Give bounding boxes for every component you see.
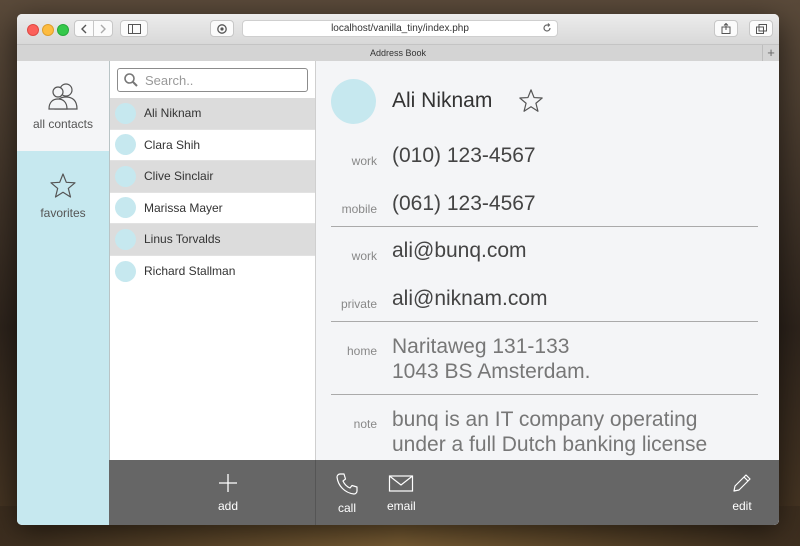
- people-icon: [48, 83, 78, 110]
- favorite-star-icon[interactable]: [518, 88, 544, 114]
- email-value[interactable]: ali@bunq.com: [392, 239, 527, 263]
- call-button[interactable]: call: [335, 472, 359, 515]
- note-line: under a full Dutch banking license: [392, 433, 708, 456]
- search-input[interactable]: [143, 71, 297, 89]
- field-label: mobile: [341, 202, 377, 216]
- search-box: [117, 68, 308, 92]
- tab-title[interactable]: Address Book: [370, 48, 426, 58]
- chevron-left-icon: [81, 24, 87, 33]
- star-icon: [50, 173, 76, 198]
- contact-name: Ali Niknam: [144, 106, 202, 121]
- app-content: all contacts favorites Ali Niknam: [17, 61, 779, 525]
- contact-row[interactable]: Richard Stallman: [110, 256, 315, 288]
- zoom-window-button[interactable]: [57, 24, 69, 36]
- search-icon: [124, 73, 138, 87]
- contact-row[interactable]: Ali Niknam: [110, 98, 315, 130]
- address-value: Naritaweg 131-133 1043 BS Amsterdam.: [392, 334, 590, 384]
- contact-name: Linus Torvalds: [144, 232, 221, 247]
- browser-window: localhost/vanilla_tiny/index.php Address…: [17, 14, 779, 525]
- add-label: add: [217, 499, 239, 513]
- minimize-window-button[interactable]: [42, 24, 54, 36]
- note-field: note bunq is an IT company operating und…: [316, 407, 779, 457]
- contact-row[interactable]: Marissa Mayer: [110, 193, 315, 224]
- field-label: private: [340, 297, 377, 311]
- toolbar-divider: [315, 460, 316, 525]
- tab-bar: Address Book +: [17, 45, 779, 62]
- tabs-icon: [755, 23, 767, 34]
- contact-name-heading: Ali Niknam: [392, 89, 493, 112]
- email-field-work: work ali@bunq.com: [316, 239, 779, 263]
- avatar: [115, 134, 136, 156]
- contact-detail: Ali Niknam work (010) 123-4567 mobile (0…: [316, 61, 779, 525]
- avatar: [115, 102, 136, 124]
- note-value: bunq is an IT company operating under a …: [392, 407, 707, 457]
- phone-icon: [336, 473, 358, 495]
- plus-icon: [219, 474, 237, 492]
- contact-header: Ali Niknam: [316, 61, 779, 141]
- field-label: work: [351, 154, 377, 168]
- sidebar-item-favorites[interactable]: favorites: [17, 151, 109, 241]
- field-label: work: [351, 249, 377, 263]
- contact-row[interactable]: Linus Torvalds: [110, 224, 315, 256]
- email-label: email: [387, 499, 416, 513]
- close-window-button[interactable]: [27, 24, 39, 36]
- share-button[interactable]: [714, 20, 738, 37]
- email-button[interactable]: email: [387, 472, 416, 513]
- divider: [331, 394, 758, 395]
- contact-name: Clive Sinclair: [144, 169, 214, 184]
- bottom-toolbar: add call email edit: [109, 460, 779, 525]
- phone-field-mobile: mobile (061) 123-4567: [316, 192, 779, 216]
- forward-button[interactable]: [93, 20, 113, 37]
- contact-list: Ali Niknam Clara Shih Clive Sinclair Mar…: [110, 61, 316, 525]
- contact-name: Clara Shih: [144, 137, 201, 152]
- contact-name: Richard Stallman: [144, 264, 236, 279]
- pencil-icon: [733, 474, 751, 492]
- field-label: home: [346, 344, 377, 358]
- new-tab-button[interactable]: +: [762, 45, 779, 61]
- address-line: 1043 BS Amsterdam.: [392, 360, 591, 383]
- address-bar[interactable]: localhost/vanilla_tiny/index.php: [242, 20, 558, 37]
- phone-value[interactable]: (010) 123-4567: [392, 144, 536, 168]
- note-line: bunq is an IT company operating: [392, 408, 698, 431]
- phone-value[interactable]: (061) 123-4567: [392, 192, 536, 216]
- url-text: localhost/vanilla_tiny/index.php: [331, 23, 469, 34]
- sidebar-icon: [127, 23, 141, 34]
- email-value[interactable]: ali@niknam.com: [392, 287, 548, 311]
- divider: [331, 321, 758, 322]
- address-field: home Naritaweg 131-133 1043 BS Amsterdam…: [316, 334, 779, 384]
- email-field-private: private ali@niknam.com: [316, 287, 779, 311]
- chevron-right-icon: [100, 24, 106, 33]
- avatar: [115, 260, 136, 282]
- contact-avatar: [331, 78, 376, 124]
- edit-label: edit: [732, 499, 752, 513]
- call-label: call: [337, 501, 356, 515]
- envelope-icon: [389, 475, 414, 492]
- contact-name: Marissa Mayer: [144, 200, 223, 215]
- address-line: Naritaweg 131-133: [392, 335, 570, 358]
- add-button[interactable]: add: [217, 472, 239, 513]
- sidebar-item-all-contacts[interactable]: all contacts: [17, 61, 109, 151]
- edit-button[interactable]: edit: [731, 472, 753, 513]
- avatar: [115, 165, 136, 187]
- share-icon: [721, 23, 731, 34]
- sidebar-item-label: all contacts: [32, 117, 94, 131]
- sidebar: all contacts favorites: [17, 61, 110, 525]
- contact-row[interactable]: Clive Sinclair: [110, 161, 315, 193]
- avatar: [115, 197, 136, 219]
- avatar: [115, 228, 136, 250]
- divider: [331, 226, 758, 227]
- privacy-button[interactable]: [210, 20, 234, 37]
- sidebar-toggle-button[interactable]: [120, 20, 148, 37]
- back-button[interactable]: [74, 20, 94, 37]
- reload-icon[interactable]: [542, 23, 552, 33]
- phone-field-work: work (010) 123-4567: [316, 144, 779, 168]
- sidebar-item-label: favorites: [40, 206, 86, 220]
- contact-row[interactable]: Clara Shih: [110, 130, 315, 161]
- field-label: note: [353, 417, 377, 431]
- title-bar: localhost/vanilla_tiny/index.php: [17, 14, 779, 45]
- tabs-overview-button[interactable]: [749, 20, 773, 37]
- shield-icon: [217, 23, 227, 34]
